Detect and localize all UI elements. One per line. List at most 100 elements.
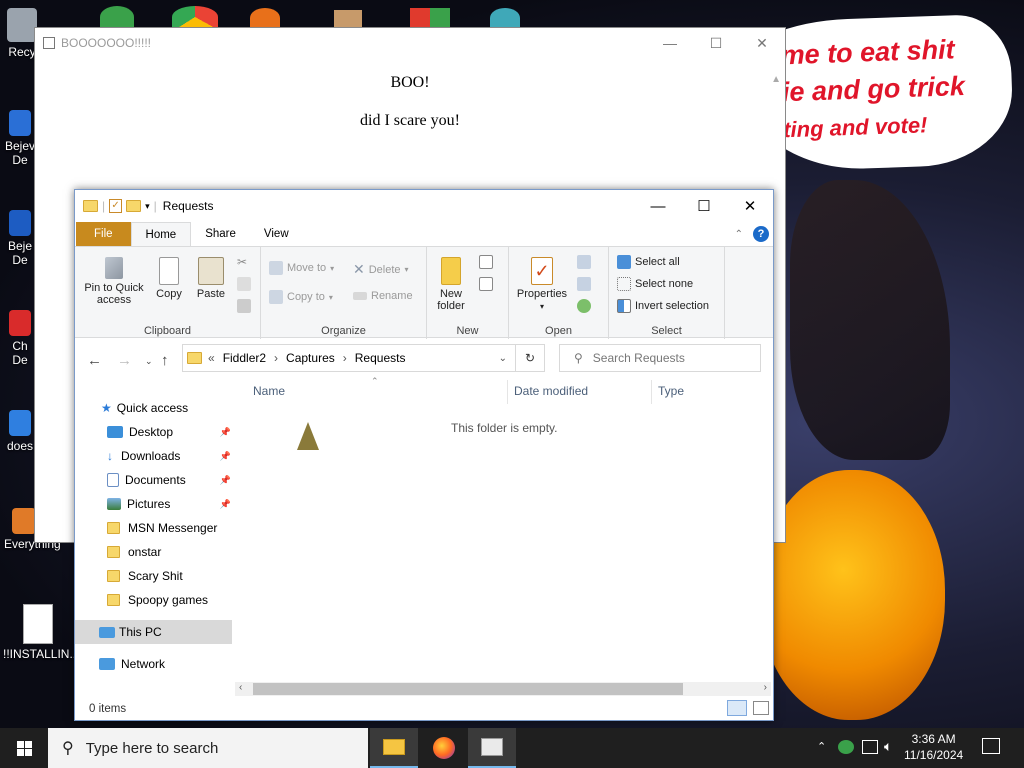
folder-icon (107, 546, 120, 558)
chevron-down-icon[interactable]: ⌄ (499, 353, 507, 364)
taskbar-browser-window[interactable] (468, 728, 516, 768)
column-header-name[interactable]: Name (253, 384, 285, 398)
nav-item-spoopy-games[interactable]: Spoopy games (107, 588, 208, 612)
nav-network[interactable]: Network (99, 652, 165, 676)
cut-icon[interactable]: ✂ (237, 255, 247, 269)
explorer-title: Requests (162, 199, 214, 213)
properties-icon: ✓ (531, 257, 553, 285)
desktop-icon-label: !!INSTALLIN... (3, 647, 80, 661)
recent-locations-icon[interactable]: ⌄ (145, 356, 153, 367)
minimize-button[interactable]: — (647, 28, 693, 58)
horizontal-scrollbar[interactable]: ‹ › (235, 682, 771, 696)
desktop-icon-installing[interactable]: !!INSTALLIN... (3, 604, 80, 661)
maximize-button[interactable]: ☐ (681, 190, 727, 222)
properties-icon[interactable]: ✓ (109, 199, 123, 213)
network-icon[interactable] (862, 740, 878, 754)
forward-arrow-icon[interactable]: → (117, 352, 132, 369)
edit-icon[interactable] (577, 277, 591, 291)
paste-button[interactable]: Paste (193, 257, 229, 300)
details-view-icon[interactable] (727, 700, 747, 716)
minimize-button[interactable]: — (635, 190, 681, 222)
chevron-up-icon[interactable]: ⌃ (817, 740, 826, 753)
nav-item-scary-shit[interactable]: Scary Shit (107, 564, 183, 588)
app-shortcut-icon[interactable] (100, 6, 134, 28)
properties-button[interactable]: ✓ Properties ▾ (513, 257, 571, 313)
help-icon[interactable]: ? (753, 226, 769, 242)
back-arrow-icon[interactable]: ← (87, 352, 102, 369)
select-all-icon (617, 255, 631, 269)
new-item-icon[interactable] (479, 255, 493, 269)
app-shortcut-icon[interactable] (490, 8, 520, 28)
breadcrumb-captures[interactable]: Captures (286, 351, 335, 365)
new-folder-icon[interactable] (126, 200, 142, 212)
tab-view[interactable]: View (250, 222, 303, 246)
scroll-right-icon[interactable]: › (764, 682, 767, 693)
tab-file[interactable]: File (76, 222, 131, 246)
open-icon[interactable] (577, 255, 591, 269)
app-shortcut-icon[interactable] (334, 10, 362, 28)
browser-title: BOOOOOOO!!!!! (61, 36, 152, 50)
move-to-button[interactable]: Move to ▾ (269, 261, 334, 275)
tab-home[interactable]: Home (130, 222, 192, 246)
pin-icon: 📌 (219, 426, 231, 437)
volume-icon[interactable]: 🔈︎ (884, 738, 892, 755)
up-arrow-icon[interactable]: ↑ (161, 352, 169, 369)
taskbar-search[interactable]: ⚲ Type here to search (48, 728, 368, 768)
scroll-up-icon[interactable]: ▲ (771, 74, 781, 85)
folder-icon (107, 570, 120, 582)
nav-item-pictures[interactable]: Pictures 📌 (107, 492, 231, 516)
nav-item-onstar[interactable]: onstar (107, 540, 161, 564)
column-header-date-modified[interactable]: Date modified (514, 384, 588, 398)
nav-quick-access[interactable]: ★ Quick access (101, 396, 188, 420)
large-icons-view-icon[interactable] (753, 701, 769, 715)
breadcrumb-requests[interactable]: Requests (355, 351, 406, 365)
scrollbar-thumb[interactable] (253, 683, 683, 695)
select-none-button[interactable]: Select none (617, 277, 693, 291)
breadcrumb-fiddler2[interactable]: Fiddler2 (223, 351, 266, 365)
delete-button[interactable]: ✕ Delete ▾ (353, 261, 409, 278)
text-file-icon (23, 604, 53, 644)
nav-this-pc[interactable]: This PC (75, 620, 232, 644)
nav-item-documents[interactable]: Documents 📌 (107, 468, 231, 492)
history-icon[interactable] (577, 299, 591, 313)
clock-date: 11/16/2024 (904, 748, 964, 762)
paste-shortcut-icon[interactable] (237, 299, 251, 313)
address-bar[interactable]: « Fiddler2 › Captures › Requests ⌄ (182, 344, 516, 372)
close-button[interactable]: ✕ (727, 190, 773, 222)
search-box[interactable]: ⚲ Search Requests (559, 344, 761, 372)
taskbar-firefox[interactable] (420, 728, 468, 768)
taskbar: ⚲ Type here to search ⌃ 🔈︎ 3:36 AM 11/16… (0, 728, 1024, 768)
breadcrumb-overflow[interactable]: « (208, 351, 215, 365)
page-body-text: did I scare you! (360, 112, 460, 129)
maximize-button[interactable]: ☐ (693, 28, 739, 58)
tray-app-icon[interactable] (838, 740, 854, 754)
nav-item-downloads[interactable]: ↓ Downloads 📌 (107, 444, 231, 468)
firefox-icon[interactable] (250, 8, 280, 28)
nav-item-desktop[interactable]: Desktop 📌 (107, 420, 231, 444)
nav-item-msn-messenger[interactable]: MSN Messenger (107, 516, 217, 540)
column-header-type[interactable]: Type (658, 384, 684, 398)
system-clock[interactable]: 3:36 AM 11/16/2024 (904, 731, 963, 763)
rename-button[interactable]: Rename (353, 290, 413, 302)
easy-access-icon[interactable] (479, 277, 493, 291)
taskbar-file-explorer[interactable] (370, 728, 418, 768)
pin-to-quick-access-button[interactable]: Pin to Quick access (81, 257, 147, 306)
search-icon: ⚲ (62, 740, 74, 757)
app-shortcut-icon[interactable] (410, 8, 450, 28)
collapse-ribbon-icon[interactable]: ⌃ (735, 229, 743, 240)
customize-toolbar-icon[interactable]: ▾ (145, 201, 150, 212)
tab-share[interactable]: Share (191, 222, 250, 246)
new-folder-button[interactable]: New folder (433, 257, 469, 312)
close-button[interactable]: ✕ (739, 28, 785, 58)
chrome-icon[interactable] (172, 6, 218, 28)
start-button[interactable] (0, 728, 48, 768)
invert-selection-button[interactable]: Invert selection (617, 299, 709, 313)
notifications-icon[interactable] (982, 738, 1000, 754)
scroll-left-icon[interactable]: ‹ (239, 682, 242, 693)
copy-path-icon[interactable] (237, 277, 251, 291)
select-all-button[interactable]: Select all (617, 255, 680, 269)
copy-button[interactable]: Copy (153, 257, 185, 300)
page-heading: BOO! (390, 74, 430, 91)
refresh-button[interactable]: ↻ (516, 344, 545, 372)
copy-to-button[interactable]: Copy to ▾ (269, 290, 333, 304)
